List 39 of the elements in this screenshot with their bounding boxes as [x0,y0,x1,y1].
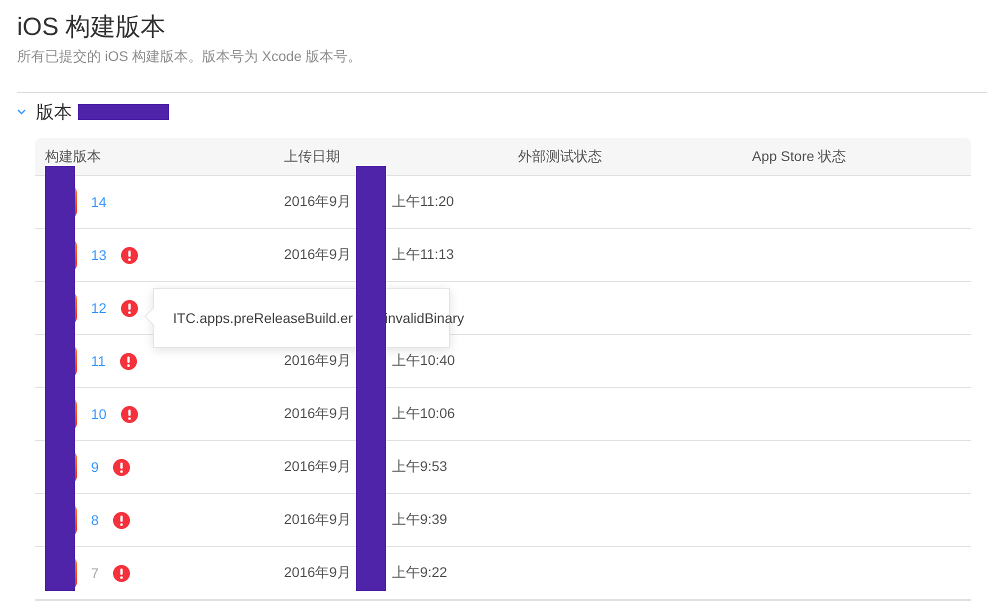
upload-date: 2016年9月 [284,246,351,264]
column-header: 外部测试状态 [517,148,603,166]
build-number-link[interactable]: 7 [91,565,99,581]
build-number-link[interactable]: 11 [91,353,106,369]
page-title: iOS 构建版本 [17,12,167,43]
error-icon[interactable] [112,458,130,476]
upload-time: 上午11:13 [392,246,454,264]
upload-date: 2016年9月 [284,193,351,211]
upload-date: 2016年9月 [284,511,351,529]
column-header: App Store 状态 [751,148,848,166]
upload-date: 2016年9月 [284,405,351,423]
error-icon[interactable] [112,512,130,528]
tooltip-text: invalidBinary [384,310,464,326]
error-icon[interactable] [120,352,137,370]
upload-date: 2016年9月 [284,352,351,370]
upload-date: 2016年9月 [284,564,351,582]
error-icon[interactable] [120,406,138,422]
upload-date: 2016年9月 [284,458,351,476]
upload-time: 上午11:20 [392,193,454,211]
error-icon[interactable] [120,300,138,316]
build-number-link[interactable]: 13 [91,247,107,263]
tooltip-text: ITC.apps.preReleaseBuild.er [173,310,353,326]
build-number-link[interactable]: 10 [91,406,107,422]
page-subtitle: 所有已提交的 iOS 构建版本。版本号为 Xcode 版本号。 [17,48,363,66]
build-number-link[interactable]: 9 [91,459,99,475]
upload-time: 上午9:22 [392,564,448,582]
section-title[interactable]: 版本 [36,100,72,124]
error-icon[interactable] [120,246,138,264]
build-number-link[interactable]: 8 [91,512,99,528]
build-number-link[interactable]: 14 [91,194,107,210]
upload-time: 上午9:39 [392,511,448,529]
column-header: 上传日期 [283,148,341,166]
column-header: 构建版本 [44,148,102,166]
upload-time: 上午9:53 [392,458,448,476]
error-icon[interactable] [112,564,130,582]
upload-time: 上午10:06 [392,405,455,423]
chevron-down-icon[interactable] [17,109,26,115]
build-number-link[interactable]: 12 [91,300,107,316]
upload-time: 上午10:40 [392,352,455,370]
